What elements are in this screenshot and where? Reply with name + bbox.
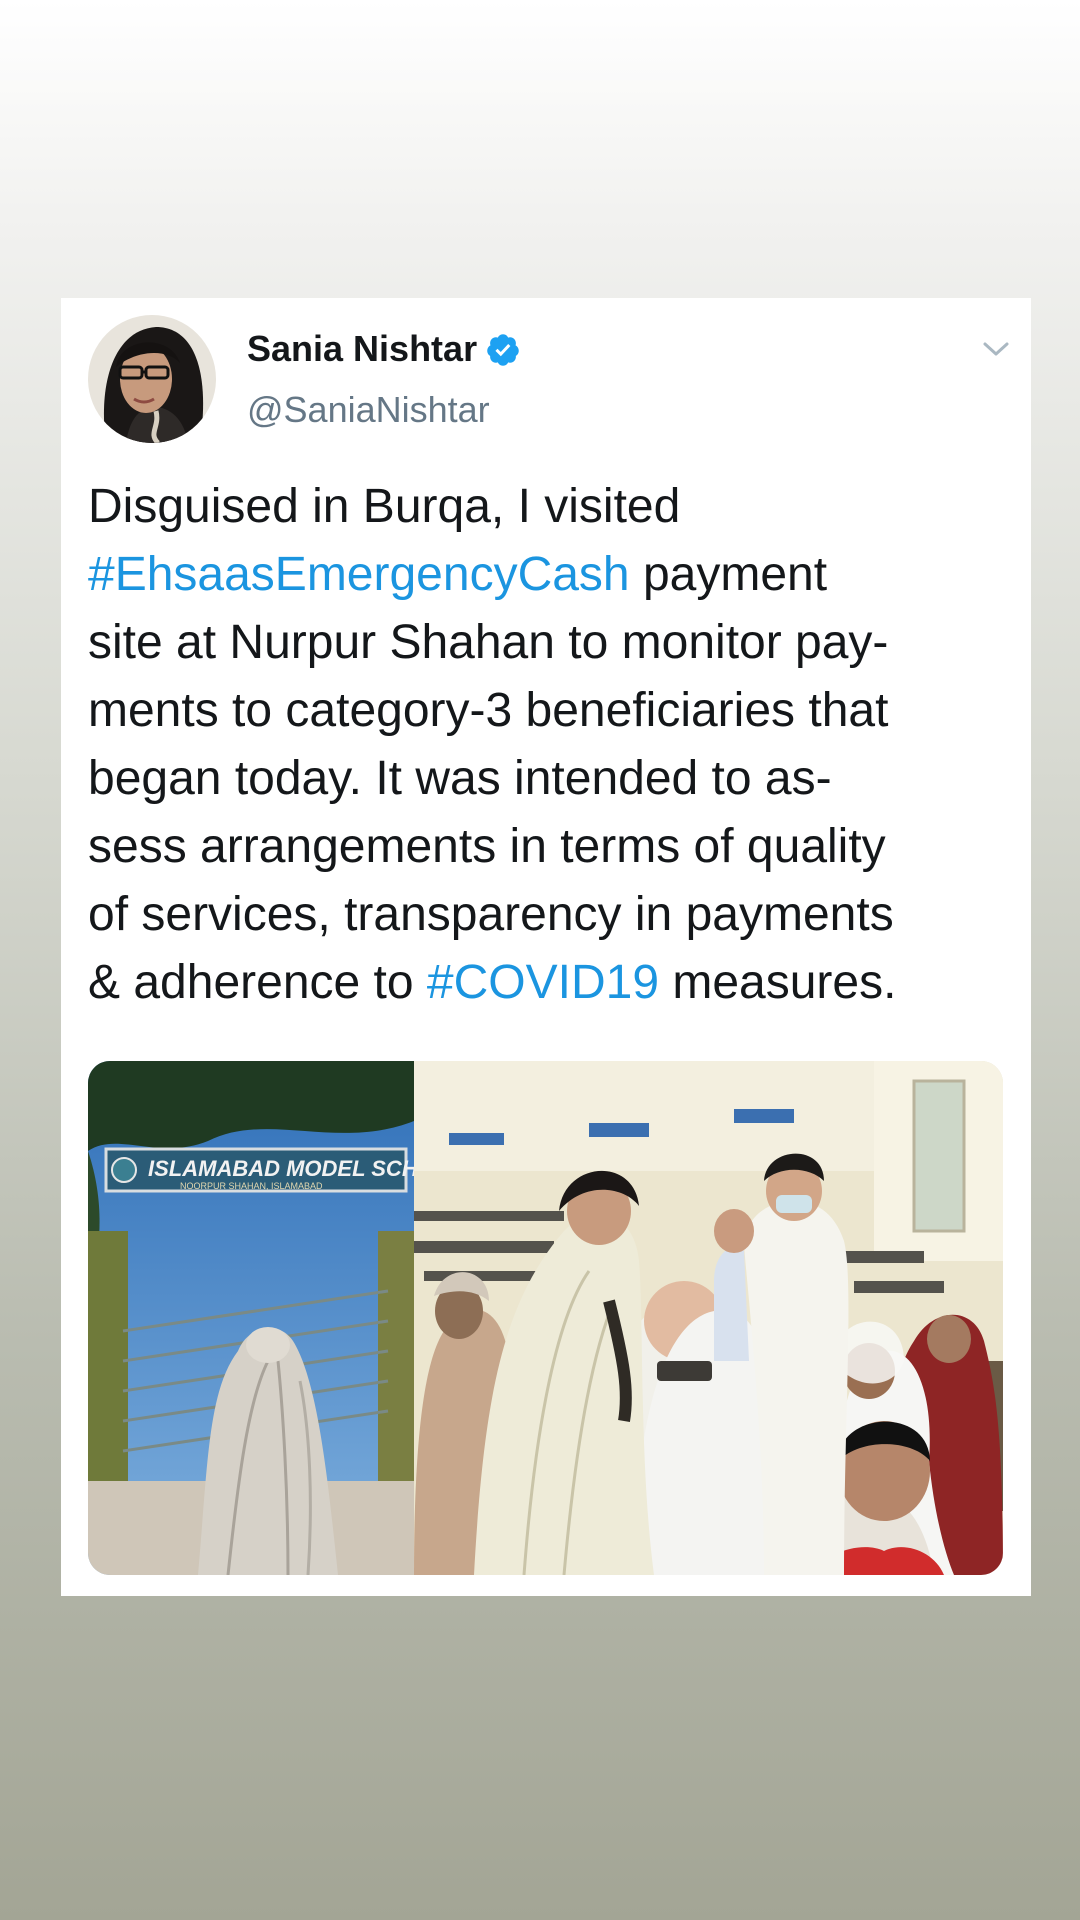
sign-subtitle: NOORPUR SHAHAN, ISLAMABAD: [180, 1181, 323, 1191]
tweet-text-segment: measures.: [659, 956, 897, 1009]
tweet-media[interactable]: ISLAMABAD MODEL SCHOO NOORPUR SHAHAN, IS…: [88, 1061, 1003, 1575]
tweet-text-segment: ments to category-3 beneficiaries that: [88, 684, 889, 737]
avatar[interactable]: [88, 315, 216, 443]
tweet-text-line: of services, transparency in payments: [88, 881, 1013, 949]
user-handle[interactable]: @SaniaNishtar: [247, 392, 490, 428]
tweet-text-segment: & adherence to: [88, 956, 427, 1009]
tweet-text-segment: of services, transparency in payments: [88, 888, 894, 941]
tweet-text-line: #EhsaasEmergencyCash payment: [88, 541, 1013, 609]
tweet-text-line: sess arrangements in terms of quality: [88, 813, 1013, 881]
tweet-text: Disguised in Burqa, I visited #EhsaasEmer…: [88, 473, 1013, 1017]
tweet-text-segment: site at Nurpur Shahan to monitor pay-: [88, 616, 889, 669]
tweet-text-line: & adherence to #COVID19 measures.: [88, 949, 1013, 1017]
tweet-card[interactable]: Sania Nishtar @SaniaNishtar Disguised in…: [61, 298, 1031, 1596]
tweet-text-segment: sess arrangements in terms of quality: [88, 820, 886, 873]
sign-title: ISLAMABAD MODEL SCHOO: [148, 1156, 414, 1181]
hashtag-link[interactable]: #COVID19: [427, 956, 659, 1009]
tweet-text-segment: payment: [629, 548, 828, 601]
chevron-down-icon[interactable]: [979, 332, 1013, 366]
tweet-text-line: ments to category-3 beneficiaries that: [88, 677, 1013, 745]
photo-payment-site[interactable]: [414, 1061, 1003, 1575]
hashtag-link[interactable]: #EhsaasEmergencyCash: [88, 548, 630, 601]
tweet-text-line: Disguised in Burqa, I visited: [88, 473, 1013, 541]
photo-burqa-at-school-gate[interactable]: ISLAMABAD MODEL SCHOO NOORPUR SHAHAN, IS…: [88, 1061, 414, 1575]
user-name[interactable]: Sania Nishtar: [247, 331, 477, 367]
verified-badge-icon: [485, 332, 521, 368]
tweet-text-line: began today. It was intended to as-: [88, 745, 1013, 813]
tweet-text-line: site at Nurpur Shahan to monitor pay-: [88, 609, 1013, 677]
tweet-text-segment: began today. It was intended to as-: [88, 752, 832, 805]
tweet-text-segment: Disguised in Burqa, I visited: [88, 480, 681, 533]
